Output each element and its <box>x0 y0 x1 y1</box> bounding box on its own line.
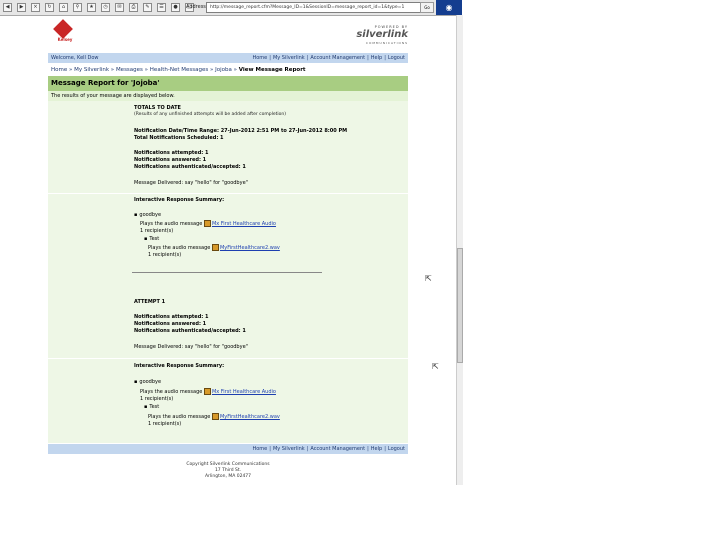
top-nav: Home | My Silverlink | Account Management |… <box>252 55 405 61</box>
play-text: Plays the audio message <box>140 221 203 227</box>
brand-name: silverlink <box>356 29 408 40</box>
attempt-attempted: Notifications attempted: 1 <box>134 314 209 320</box>
history-icon[interactable]: ◷ <box>101 3 110 12</box>
nav-logout-link[interactable]: Logout <box>388 55 405 61</box>
logo-diamond-icon <box>53 19 73 39</box>
stop-icon[interactable]: × <box>31 3 40 12</box>
nav-my-silverlink-link[interactable]: My Silverlink <box>273 55 305 61</box>
address-line-1: 17 Third St. <box>214 468 242 473</box>
attempt-irs-sub-item: Test <box>144 404 159 410</box>
breadcrumb-jojoba[interactable]: Jojoba <box>215 67 232 73</box>
footer-bar: Home | My Silverlink | Account Management |… <box>48 444 408 454</box>
copyright: Copyright Silverlink Communications <box>186 462 270 467</box>
total-scheduled: Total Notifications Scheduled: 1 <box>134 135 224 141</box>
search-icon[interactable]: ⚲ <box>73 3 82 12</box>
toolbar-buttons: ◀ ▶ × ↻ ⌂ ⚲ ★ ◷ ✉ ⎙ ✎ ☰ ● □ <box>3 3 194 12</box>
section-divider <box>132 272 322 273</box>
attempt-recipient-count: 1 recipient(s) <box>140 396 174 402</box>
play-text: Plays the audio message <box>148 414 211 420</box>
page-content: Kelsey POWERED BY silverlink COMMUNICATI… <box>48 15 408 455</box>
answered-count: Notifications answered: 1 <box>134 157 207 163</box>
audio-link[interactable]: Mx First Healthcare Audio <box>212 389 276 395</box>
audio-link[interactable]: MyFirstHealthcare2.wav <box>220 245 280 251</box>
welcome-text: Welcome, Kell Dow <box>51 55 99 61</box>
attempt-audio-row-1: Plays the audio message Mx First Healthc… <box>140 388 276 395</box>
address-line-2: Arlington, MA 02477 <box>204 474 252 479</box>
irs-item: goodbye <box>134 212 161 218</box>
favorites-icon[interactable]: ★ <box>87 3 96 12</box>
attempt-irs-heading: Interactive Response Summary: <box>134 363 225 369</box>
back-icon[interactable]: ◀ <box>3 3 12 12</box>
nav-home-link[interactable]: Home <box>252 55 267 61</box>
go-button[interactable]: Go <box>420 2 434 13</box>
breadcrumb-health-net[interactable]: Health-Net Messages <box>150 67 208 73</box>
forward-icon[interactable]: ▶ <box>17 3 26 12</box>
scrollbar-thumb[interactable] <box>457 248 463 363</box>
breadcrumb: Home » My Silverlink » Messages » Health… <box>51 67 306 73</box>
attempt-answered: Notifications answered: 1 <box>134 321 207 327</box>
totals-note: (Results of any unfinished attempts will… <box>134 112 287 117</box>
recipient-count: 1 recipient(s) <box>140 228 174 234</box>
footer-help-link[interactable]: Help <box>371 446 382 452</box>
row-divider <box>48 358 408 359</box>
address-input[interactable]: http://message_report.cfm?Message_ID=1&S… <box>206 2 421 13</box>
play-text: Plays the audio message <box>140 389 203 395</box>
company-logo: Kelsey <box>53 19 74 44</box>
breadcrumb-home[interactable]: Home <box>51 67 67 73</box>
footer-my-silverlink-link[interactable]: My Silverlink <box>273 446 305 452</box>
message-delivered: Message Delivered: say "hello" for "good… <box>134 180 248 186</box>
attempt-recipient-count: 1 recipient(s) <box>148 421 182 427</box>
page-title: Message Report for 'Jojoba' <box>48 76 408 91</box>
audio-link[interactable]: MyFirstHealthcare2.wav <box>220 414 280 420</box>
authenticated-count: Notifications authenticated/accepted: 1 <box>134 164 246 170</box>
print-icon[interactable]: ⎙ <box>129 3 138 12</box>
audio-row-1: Plays the audio message Mx First Healthc… <box>140 220 276 227</box>
mouse-cursor-icon: ⇱ <box>432 362 439 371</box>
nav-help-link[interactable]: Help <box>371 55 382 61</box>
breadcrumb-my-silverlink[interactable]: My Silverlink <box>74 67 109 73</box>
nav-account-management-link[interactable]: Account Management <box>310 55 365 61</box>
mouse-cursor-icon: ⇱ <box>425 274 432 283</box>
audio-row-2: Plays the audio message MyFirstHealthcar… <box>148 244 280 251</box>
home-icon[interactable]: ⌂ <box>59 3 68 12</box>
results-note: The results of your message are displaye… <box>48 91 408 101</box>
browser-toolbar: ◀ ▶ × ↻ ⌂ ⚲ ★ ◷ ✉ ⎙ ✎ ☰ ● □ Address http… <box>0 0 462 16</box>
audio-icon[interactable] <box>211 244 219 251</box>
messenger-icon[interactable]: ● <box>171 3 180 12</box>
datetime-range: Notification Date/Time Range: 27-Jun-201… <box>134 128 348 134</box>
mail-icon[interactable]: ✉ <box>115 3 124 12</box>
footer-logout-link[interactable]: Logout <box>388 446 405 452</box>
footer-account-management-link[interactable]: Account Management <box>310 446 365 452</box>
audio-icon[interactable] <box>203 388 211 395</box>
report-body: TOTALS TO DATE (Results of any unfinishe… <box>48 101 408 443</box>
audio-icon[interactable] <box>211 413 219 420</box>
attempted-count: Notifications attempted: 1 <box>134 150 209 156</box>
totals-heading: TOTALS TO DATE <box>134 105 181 111</box>
breadcrumb-current: View Message Report <box>238 67 306 73</box>
attempt-irs-item: goodbye <box>134 379 161 385</box>
logo-text: Kelsey <box>57 37 73 42</box>
footer-nav: Home | My Silverlink | Account Management |… <box>252 446 405 452</box>
footer-home-link[interactable]: Home <box>252 446 267 452</box>
vertical-scrollbar[interactable] <box>456 15 463 485</box>
edit-icon[interactable]: ✎ <box>143 3 152 12</box>
user-bar: Welcome, Kell Dow Home | My Silverlink | A… <box>48 53 408 63</box>
attempt-delivered: Message Delivered: say "hello" for "good… <box>134 344 248 350</box>
brand-sub: COMMUNICATIONS <box>365 41 408 45</box>
audio-link[interactable]: Mx First Healthcare Audio <box>212 221 276 227</box>
play-text: Plays the audio message <box>148 245 211 251</box>
row-divider <box>48 193 408 194</box>
discuss-icon[interactable]: ☰ <box>157 3 166 12</box>
attempt-heading: ATTEMPT 1 <box>134 299 166 305</box>
address-label: Address <box>186 4 206 10</box>
attempt-authenticated: Notifications authenticated/accepted: 1 <box>134 328 246 334</box>
irs-sub-item: Test <box>144 236 159 242</box>
browser-logo-icon: ◉ <box>436 0 462 15</box>
recipient-count: 1 recipient(s) <box>148 252 182 258</box>
breadcrumb-messages[interactable]: Messages <box>116 67 143 73</box>
refresh-icon[interactable]: ↻ <box>45 3 54 12</box>
irs-heading: Interactive Response Summary: <box>134 197 225 203</box>
attempt-audio-row-2: Plays the audio message MyFirstHealthcar… <box>148 413 280 420</box>
audio-icon[interactable] <box>203 220 211 227</box>
